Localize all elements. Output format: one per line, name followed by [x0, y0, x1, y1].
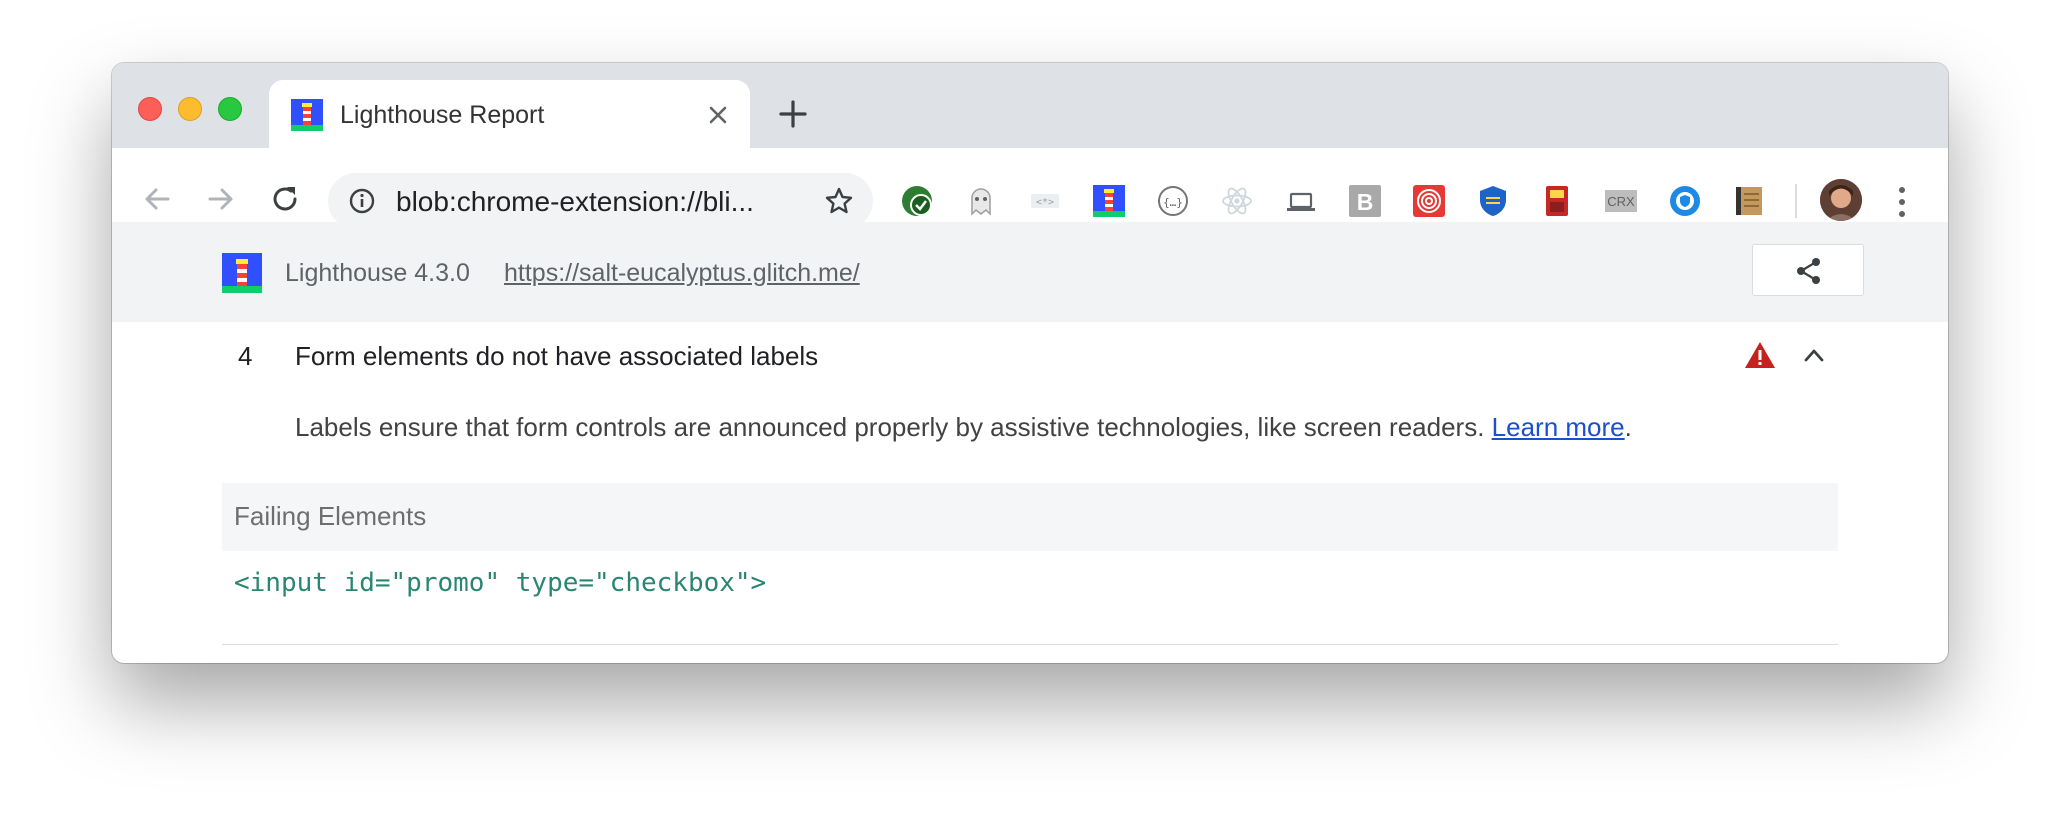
more-menu-icon[interactable]: [1897, 185, 1907, 219]
dev-mode-icon[interactable]: <*>: [1028, 184, 1062, 218]
share-button[interactable]: [1752, 244, 1864, 296]
warning-icon: [1745, 342, 1775, 368]
bootstrap-icon[interactable]: B: [1348, 184, 1382, 218]
audit-description: Labels ensure that form controls are ann…: [295, 412, 1632, 443]
laptop-icon[interactable]: [1284, 184, 1318, 218]
ghost-icon[interactable]: [964, 184, 998, 218]
reload-icon[interactable]: [268, 182, 302, 216]
browser-window: Lighthouse Report blob:chrome-extension:…: [112, 63, 1948, 663]
section-divider: [222, 644, 1838, 645]
failing-element-snippet[interactable]: <input id="promo" type="checkbox">: [234, 568, 766, 598]
svg-text:B: B: [1357, 189, 1374, 215]
bookmark-star-icon[interactable]: [824, 186, 854, 216]
crx-icon[interactable]: CRX: [1604, 184, 1638, 218]
svg-text:CRX: CRX: [1607, 194, 1635, 209]
audit-title[interactable]: Form elements do not have associated lab…: [295, 341, 818, 372]
profile-photo-icon: [1820, 179, 1862, 221]
url-text: blob:chrome-extension://bli...: [396, 186, 754, 217]
avatar[interactable]: [1820, 179, 1862, 221]
tab-lighthouse-report[interactable]: Lighthouse Report: [269, 80, 750, 148]
react-icon[interactable]: [1220, 184, 1254, 218]
address-bar[interactable]: blob:chrome-extension://bli...: [328, 173, 873, 229]
report-url-link[interactable]: https://salt-eucalyptus.glitch.me/: [504, 258, 860, 288]
audit-index: 4: [238, 341, 253, 371]
privacy-badge-icon[interactable]: [1668, 184, 1702, 218]
lighthouse-icon[interactable]: [1092, 184, 1126, 218]
audit-description-period: .: [1624, 412, 1632, 442]
lighthouse-logo-icon: [222, 253, 262, 293]
lighthouse-version: Lighthouse 4.3.0: [285, 259, 470, 287]
audit-description-text: Labels ensure that form controls are ann…: [295, 412, 1485, 442]
forward-icon[interactable]: [204, 182, 238, 216]
lighthouse-topbar: Lighthouse 4.3.0 https://salt-eucalyptus…: [112, 222, 1948, 322]
toolbar-divider: [1795, 184, 1797, 218]
back-icon[interactable]: [140, 182, 174, 216]
lighthouse-icon: [291, 99, 323, 131]
failing-elements-label: Failing Elements: [234, 501, 427, 531]
minimize-window-button[interactable]: [178, 97, 202, 121]
svg-text:{…}: {…}: [1163, 196, 1183, 209]
chevron-up-icon[interactable]: [1802, 345, 1826, 365]
share-icon: [1797, 258, 1820, 284]
close-icon[interactable]: [705, 102, 731, 128]
tab-strip: Lighthouse Report: [112, 63, 1948, 148]
svg-text:<*>: <*>: [1036, 197, 1054, 208]
json-icon[interactable]: {…}: [1156, 184, 1190, 218]
info-icon[interactable]: [348, 187, 376, 215]
sd-card-icon[interactable]: [1540, 184, 1574, 218]
close-window-button[interactable]: [138, 97, 162, 121]
shield-icon[interactable]: [1476, 184, 1510, 218]
tab-title: Lighthouse Report: [340, 101, 545, 129]
spiral-icon[interactable]: [1412, 184, 1446, 218]
maximize-window-button[interactable]: [218, 97, 242, 121]
new-tab-icon[interactable]: [778, 99, 808, 129]
check-circle-icon[interactable]: [900, 184, 934, 218]
notebook-icon[interactable]: [1732, 184, 1766, 218]
failing-elements-header: Failing Elements: [222, 483, 1838, 551]
learn-more-link[interactable]: Learn more: [1492, 412, 1625, 442]
